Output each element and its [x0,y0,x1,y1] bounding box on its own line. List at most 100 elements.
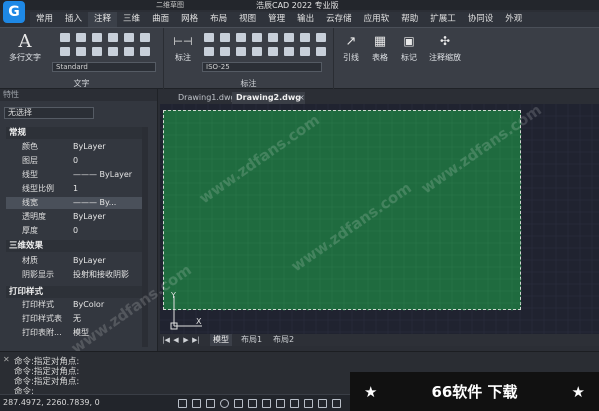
property-row[interactable]: 厚度 0 [6,225,142,237]
property-row[interactable]: 打印表附... 模型 [6,327,142,339]
text-scale-icon[interactable] [108,33,118,42]
dyn-toggle-icon[interactable] [276,399,285,408]
section-3d[interactable]: 三维效果 [6,240,142,252]
property-row[interactable]: 线型 ——— ByLayer [6,169,142,181]
workspace-name[interactable]: 二维草图 [156,0,184,10]
text-explode-icon[interactable] [124,47,134,56]
banner-text: 66软件 下载 [431,383,518,401]
menu-item[interactable]: 网格 [175,12,204,27]
text-arc-icon[interactable] [92,47,102,56]
first-layout-icon[interactable]: |◀ [162,335,170,345]
text-spell-icon[interactable] [140,33,150,42]
section-general[interactable]: 常规 [6,127,142,139]
property-row[interactable]: 打印样式 ByColor [6,299,142,311]
property-row[interactable]: 阴影显示 投射和接收阴影 [6,269,142,281]
menu-item[interactable]: 插入 [59,12,88,27]
menu-item[interactable]: 帮助 [395,12,424,27]
dim-arc-icon[interactable] [252,33,262,42]
text-style-dropdown[interactable]: Standard [52,62,156,72]
app-logo-icon[interactable]: G [3,1,25,23]
dim-space-icon[interactable] [236,47,246,56]
mtext-button[interactable]: A 多行文字 [6,31,44,63]
grid-toggle-icon[interactable] [178,399,187,408]
dim-break-icon[interactable] [252,47,262,56]
dim-baseline-icon[interactable] [204,47,214,56]
lineweight-toggle-icon[interactable] [290,399,299,408]
text-edit-icon[interactable] [76,33,86,42]
menu-item[interactable]: 应用软 [358,12,396,27]
dim-tolerance-icon[interactable] [268,47,278,56]
menu-item[interactable]: 协同设 [462,12,500,27]
ducs-toggle-icon[interactable] [262,399,271,408]
drawing-canvas[interactable]: Y X [160,104,599,334]
dim-linear-icon[interactable] [204,33,214,42]
dim-center-icon[interactable] [300,33,310,42]
property-row[interactable]: 线宽 ——— By... [6,197,142,209]
menu-item[interactable]: 管理 [262,12,291,27]
property-row[interactable]: 颜色 ByLayer [6,141,142,153]
dim-update-icon[interactable] [316,47,326,56]
dim-continue-icon[interactable] [220,47,230,56]
command-close-icon[interactable]: ✕ [3,355,10,364]
property-row[interactable]: 图层 0 [6,155,142,167]
dim-diameter-icon[interactable] [284,33,294,42]
table-icon: ▦ [373,33,387,49]
text-style-icon[interactable] [60,33,70,42]
otrack-toggle-icon[interactable] [248,399,257,408]
annotation-monitor-icon[interactable] [332,399,341,408]
dim-jog-icon[interactable] [284,47,294,56]
text-case-icon[interactable] [140,47,150,56]
menu-item[interactable]: 常用 [30,12,59,27]
table-button[interactable]: ▦ 表格 [367,32,393,63]
menu-item[interactable]: 扩展工 [424,12,462,27]
ucs-x-label: X [196,317,202,326]
property-row[interactable]: 打印样式表 无 [6,313,142,325]
property-row[interactable]: 材质 ByLayer [6,255,142,267]
annotation-scale-button[interactable]: ✣ 注释缩放 [425,32,465,63]
menu-item[interactable]: 布局 [204,12,233,27]
snap-toggle-icon[interactable] [192,399,201,408]
layout-tab[interactable]: 模型 [210,334,232,346]
menu-item[interactable]: 云存储 [320,12,358,27]
properties-scrollbar[interactable] [142,127,148,347]
selection-dropdown[interactable]: 无选择 [4,107,94,119]
dim-table-icon[interactable] [316,33,326,42]
menu-item[interactable]: 曲面 [146,12,175,27]
next-layout-icon[interactable]: ▶ [182,335,190,345]
layout-tab[interactable]: 布局1 [238,334,265,346]
coordinates-readout: 287.4972, 2260.7839, 0 [3,398,100,407]
property-row[interactable]: 线型比例 1 [6,183,142,195]
menu-item[interactable]: 视图 [233,12,262,27]
transparency-toggle-icon[interactable] [304,399,313,408]
text-align-icon[interactable] [76,47,86,56]
dim-style-dropdown[interactable]: ISO-25 [202,62,322,72]
menu-item[interactable]: 三维 [117,12,146,27]
dimension-button[interactable]: ⊢⊣ 标注 [170,32,196,63]
section-print[interactable]: 打印样式 [6,286,142,298]
dim-radius-icon[interactable] [268,33,278,42]
property-key: 阴影显示 [22,270,54,279]
text-justify-icon[interactable] [124,33,134,42]
dim-aligned-icon[interactable] [220,33,230,42]
text-mask-icon[interactable] [108,47,118,56]
leader-button[interactable]: ↗ 引线 [338,32,364,63]
mark-button[interactable]: ▣ 标记 [396,32,422,63]
property-value: 模型 [73,328,89,337]
ortho-toggle-icon[interactable] [206,399,215,408]
layout-tab[interactable]: 布局2 [270,334,297,346]
menu-item[interactable]: 外观 [499,12,528,27]
property-row[interactable]: 透明度 ByLayer [6,211,142,223]
text-convert-icon[interactable] [60,47,70,56]
polar-toggle-icon[interactable] [220,399,229,408]
text-find-icon[interactable] [92,33,102,42]
dim-angle-icon[interactable] [236,33,246,42]
prev-layout-icon[interactable]: ◀ [172,335,180,345]
tab-drawing[interactable]: Drawing1.dwg [174,92,240,104]
menu-item[interactable]: 注释 [88,12,118,27]
dim-ordinate-icon[interactable] [300,47,310,56]
last-layout-icon[interactable]: ▶| [192,335,200,345]
tab-close-icon[interactable]: × [294,92,309,104]
selection-cycle-icon[interactable] [318,399,327,408]
osnap-toggle-icon[interactable] [234,399,243,408]
menu-item[interactable]: 输出 [291,12,320,27]
